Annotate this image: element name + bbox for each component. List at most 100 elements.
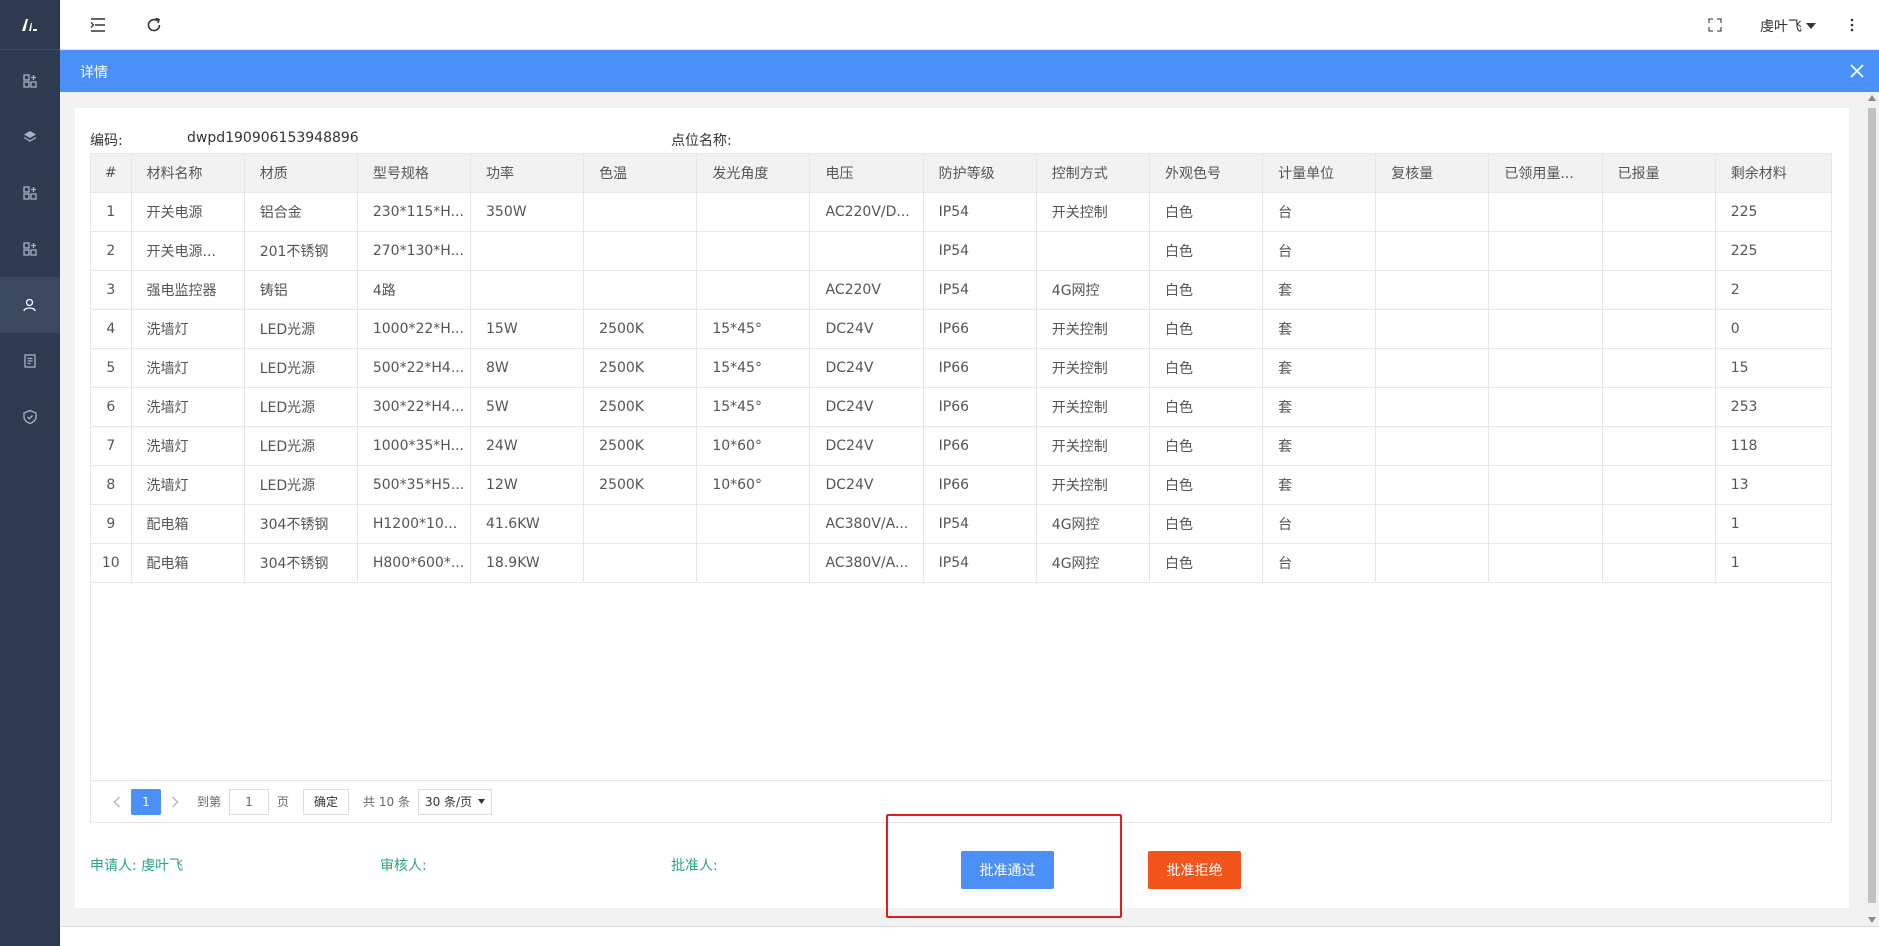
table-cell: [1602, 348, 1716, 388]
table-cell: 白色: [1149, 270, 1264, 310]
page-number-current[interactable]: 1: [131, 788, 161, 815]
table-cell: [1488, 348, 1603, 388]
scrollbar-thumb[interactable]: [1868, 108, 1876, 903]
table-cell: [696, 543, 811, 583]
column-header[interactable]: 材质: [244, 154, 358, 193]
table-row[interactable]: 4 洗墙灯 LED光源 1000*22*H... 15W 2500K 15*45° DC24V…: [91, 309, 1833, 349]
approve-button[interactable]: 批准通过: [961, 851, 1054, 889]
column-header[interactable]: 已报量: [1602, 154, 1716, 193]
column-header[interactable]: 型号规格: [357, 154, 472, 193]
goto-confirm-button[interactable]: 确定: [303, 788, 350, 815]
table-row[interactable]: 9 配电箱 304不锈钢 H1200*10... 41.6KW AC380V/A... IP…: [91, 504, 1833, 544]
document-icon: [24, 354, 36, 368]
scroll-down-arrow[interactable]: [1868, 917, 1876, 923]
scroll-up-arrow[interactable]: [1868, 95, 1876, 101]
page-size-value: 30 条/页: [424, 794, 473, 809]
table-cell: 15*45°: [696, 387, 811, 427]
sidebar-item-documents[interactable]: [0, 333, 60, 389]
column-header[interactable]: 外观色号: [1149, 154, 1264, 193]
table-cell: 15: [1715, 348, 1833, 388]
column-header[interactable]: 控制方式: [1036, 154, 1150, 193]
applicant-label: 申请人: 虔叶飞: [90, 858, 184, 874]
table-cell: [1602, 192, 1716, 232]
column-header[interactable]: 剩余材料: [1715, 154, 1833, 193]
table-cell: IP66: [923, 348, 1037, 388]
table-cell: 15*45°: [696, 309, 811, 349]
sidebar-item-widgets[interactable]: [0, 221, 60, 277]
goto-label: 到第: [197, 795, 222, 809]
table-cell: [1602, 309, 1716, 349]
table-cell: AC380V/A...: [809, 543, 924, 583]
table-row[interactable]: 2 开关电源... 201不锈钢 270*130*H... IP54 白色台 225: [91, 231, 1833, 271]
table-cell: [1375, 348, 1490, 388]
table-cell: [1375, 465, 1490, 505]
sidebar-item-apps[interactable]: [0, 53, 60, 109]
table-cell: 201不锈钢: [244, 231, 358, 271]
column-header[interactable]: 复核量: [1375, 154, 1490, 193]
table-cell: 铸铝: [244, 270, 358, 310]
table-cell: 套: [1262, 309, 1377, 349]
code-label: 编码:: [90, 133, 123, 149]
refresh-button[interactable]: [144, 15, 164, 35]
menu-toggle-button[interactable]: [88, 15, 108, 35]
table-cell: [1488, 231, 1603, 271]
refresh-icon: [147, 17, 161, 32]
table-row[interactable]: 3 强电监控器 铸铝 4路 AC220V IP54 4G网控 白色套 2: [91, 270, 1833, 310]
table-cell: 350W: [470, 192, 585, 232]
table-cell: [1375, 192, 1490, 232]
user-menu[interactable]: 虔叶飞: [1760, 16, 1816, 36]
sidebar-item-layers[interactable]: [0, 109, 60, 165]
table-cell: 台: [1262, 192, 1377, 232]
column-header[interactable]: 电压: [809, 154, 924, 193]
table-row[interactable]: 5 洗墙灯 LED光源 500*22*H4... 8W 2500K 15*45° DC24V I…: [91, 348, 1833, 388]
table-row[interactable]: 8 洗墙灯 LED光源 500*35*H5... 12W 2500K 10*60° DC24V…: [91, 465, 1833, 505]
table-cell: 10*60°: [696, 426, 811, 466]
column-header[interactable]: 防护等级: [923, 154, 1037, 193]
total-count: 共 10 条: [363, 795, 410, 809]
widgets-icon: [23, 242, 37, 256]
table-cell: [1602, 270, 1716, 310]
sidebar-item-modules[interactable]: [0, 165, 60, 221]
table-cell: [696, 192, 811, 232]
detail-panel: 编码: dwpd190906153948896 点位名称: # 材料名称 材质 …: [75, 108, 1849, 908]
table-cell: 4G网控: [1036, 504, 1150, 544]
row-index-cell: 5: [91, 348, 132, 388]
dialog-scrollbar[interactable]: [1865, 92, 1879, 926]
table-cell: 24W: [470, 426, 585, 466]
table-cell: 118: [1715, 426, 1833, 466]
column-header[interactable]: 色温: [583, 154, 698, 193]
table-cell: LED光源: [244, 348, 358, 388]
table-cell: 304不锈钢: [244, 504, 358, 544]
sidebar-item-security[interactable]: [0, 389, 60, 445]
table-cell: 开关控制: [1036, 192, 1150, 232]
table-cell: LED光源: [244, 465, 358, 505]
sidebar-item-users[interactable]: [0, 277, 60, 333]
column-header[interactable]: 功率: [470, 154, 585, 193]
fullscreen-button[interactable]: [1705, 15, 1725, 35]
prev-page-button[interactable]: [103, 789, 131, 815]
column-header: #: [91, 154, 132, 193]
table-cell: IP66: [923, 465, 1037, 505]
column-header[interactable]: 已领用量...: [1488, 154, 1603, 193]
table-row[interactable]: 10 配电箱 304不锈钢 H800*600*... 18.9KW AC380V/A...…: [91, 543, 1833, 583]
table-row[interactable]: 7 洗墙灯 LED光源 1000*35*H... 24W 2500K 10*60° DC24V…: [91, 426, 1833, 466]
app-logo[interactable]: [0, 0, 60, 50]
row-index-cell: 3: [91, 270, 132, 310]
column-header[interactable]: 计量单位: [1262, 154, 1377, 193]
caret-down-icon: [478, 799, 486, 804]
column-header[interactable]: 材料名称: [131, 154, 245, 193]
goto-page-input[interactable]: 1: [229, 788, 270, 815]
table-row[interactable]: 6 洗墙灯 LED光源 300*22*H4... 5W 2500K 15*45° DC24V I…: [91, 387, 1833, 427]
table-row[interactable]: 1 开关电源 铝合金 230*115*H... 350W AC220V/D... IP54 开…: [91, 192, 1833, 232]
next-page-button[interactable]: [161, 789, 189, 815]
reject-button[interactable]: 批准拒绝: [1148, 851, 1241, 889]
table-cell: DC24V: [809, 387, 924, 427]
more-button[interactable]: [1842, 15, 1862, 35]
column-header[interactable]: 发光角度: [696, 154, 811, 193]
page-size-select[interactable]: 30 条/页: [417, 788, 493, 815]
caret-down-icon: [1806, 23, 1816, 29]
row-index-cell: 7: [91, 426, 132, 466]
table-cell: 1: [1715, 543, 1833, 583]
table-cell: 1: [1715, 504, 1833, 544]
close-button[interactable]: [1847, 61, 1867, 81]
